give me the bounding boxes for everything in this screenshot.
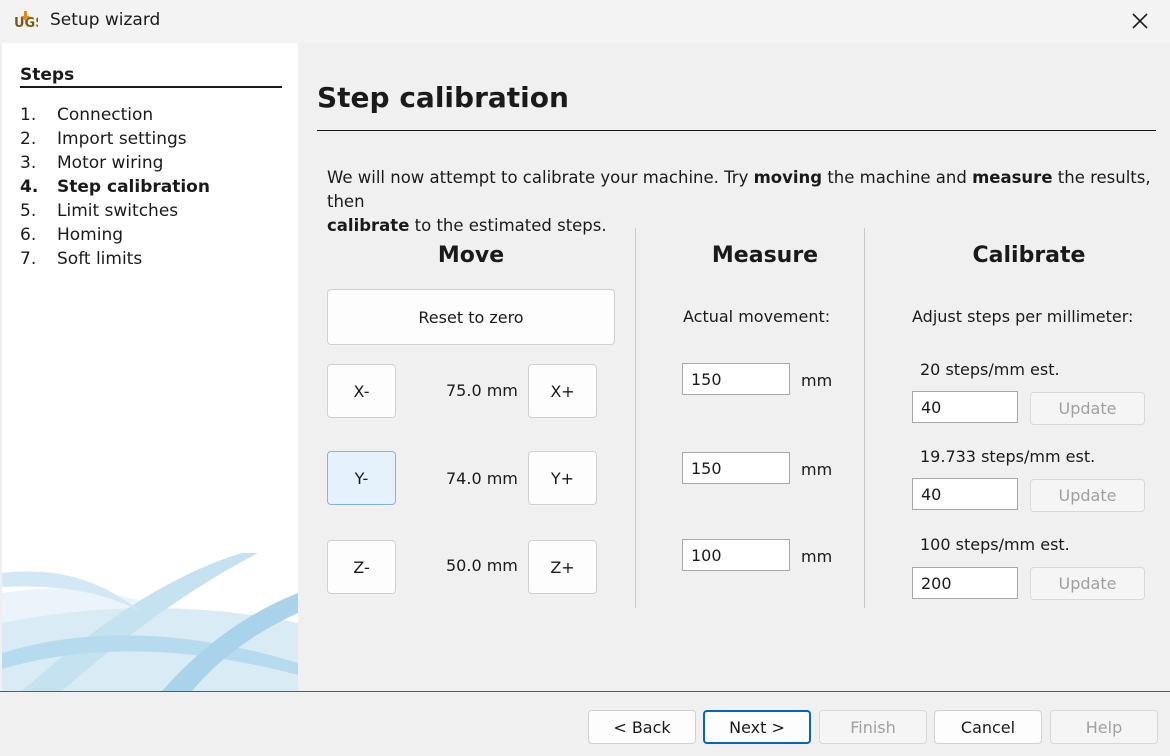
title-divider	[317, 130, 1156, 131]
step-label: Limit switches	[57, 201, 179, 221]
column-divider	[864, 228, 865, 608]
x-plus-button[interactable]: X+	[528, 364, 597, 418]
z-update-button[interactable]: Update	[1030, 567, 1145, 600]
y-minus-button[interactable]: Y-	[327, 451, 396, 505]
step-number: 5.	[20, 201, 37, 221]
step-label: Connection	[57, 105, 154, 125]
intro-segment: to the estimated steps.	[409, 216, 607, 235]
step-item-motor-wiring: 3. Motor wiring	[20, 153, 163, 173]
y-measured-unit: mm	[801, 460, 833, 479]
page-title: Step calibration	[317, 81, 569, 114]
z-measured-input[interactable]	[682, 539, 790, 571]
x-steps-estimate: 20 steps/mm est.	[920, 360, 1060, 379]
step-item-homing: 6. Homing	[20, 225, 123, 245]
intro-text: We will now attempt to calibrate your ma…	[327, 166, 1157, 238]
footer-divider	[0, 691, 1170, 692]
step-label: Homing	[57, 225, 124, 245]
z-measured-unit: mm	[801, 547, 833, 566]
step-item-import-settings: 2. Import settings	[20, 129, 187, 149]
title-bar: UGS Setup wizard	[0, 0, 1170, 43]
finish-button[interactable]: Finish	[819, 710, 927, 744]
step-item-step-calibration: 4. Step calibration	[20, 177, 210, 197]
intro-emphasis: measure	[972, 168, 1053, 187]
back-button[interactable]: < Back	[588, 710, 696, 744]
steps-divider	[20, 86, 282, 88]
close-icon	[1132, 13, 1148, 29]
y-update-button[interactable]: Update	[1030, 479, 1145, 512]
column-divider	[635, 228, 636, 608]
step-item-soft-limits: 7. Soft limits	[20, 249, 142, 269]
steps-heading: Steps	[20, 65, 75, 85]
step-number: 2.	[20, 129, 37, 149]
move-heading: Move	[437, 243, 505, 268]
reset-to-zero-button[interactable]: Reset to zero	[327, 289, 615, 345]
step-number: 3.	[20, 153, 37, 173]
z-steps-estimate: 100 steps/mm est.	[920, 535, 1070, 554]
step-label: Motor wiring	[57, 153, 164, 173]
x-update-button[interactable]: Update	[1030, 392, 1145, 425]
x-steps-input[interactable]	[912, 391, 1018, 423]
step-item-limit-switches: 5. Limit switches	[20, 201, 178, 221]
x-measured-unit: mm	[801, 371, 833, 390]
y-plus-button[interactable]: Y+	[528, 451, 597, 505]
calibrate-heading: Calibrate	[972, 243, 1086, 268]
intro-segment: We will now attempt to calibrate your ma…	[327, 168, 754, 187]
adjust-steps-label: Adjust steps per millimeter:	[912, 307, 1134, 326]
close-button[interactable]	[1124, 4, 1156, 38]
step-number: 4.	[20, 177, 39, 197]
x-position-value: 75.0 mm	[446, 381, 518, 400]
intro-emphasis: moving	[753, 168, 823, 187]
ugs-logo-icon: UGS	[14, 11, 38, 31]
step-item-connection: 1. Connection	[20, 105, 153, 125]
z-position-value: 50.0 mm	[446, 556, 518, 575]
help-button[interactable]: Help	[1050, 710, 1158, 744]
x-minus-button[interactable]: X-	[327, 364, 396, 418]
step-label: Import settings	[57, 129, 187, 149]
step-number: 1.	[20, 105, 37, 125]
y-position-value: 74.0 mm	[446, 469, 518, 488]
decorative-swoosh-graphic	[2, 553, 298, 691]
y-measured-input[interactable]	[682, 452, 790, 484]
step-label: Step calibration	[57, 177, 210, 197]
step-number: 6.	[20, 225, 37, 245]
actual-movement-label: Actual movement:	[683, 307, 831, 326]
measure-heading: Measure	[711, 243, 819, 268]
step-number: 7.	[20, 249, 37, 269]
window-title: Setup wizard	[50, 10, 161, 30]
cancel-button[interactable]: Cancel	[934, 710, 1042, 744]
z-steps-input[interactable]	[912, 567, 1018, 599]
y-steps-estimate: 19.733 steps/mm est.	[920, 447, 1096, 466]
next-button[interactable]: Next >	[703, 710, 811, 744]
step-label: Soft limits	[57, 249, 143, 269]
z-minus-button[interactable]: Z-	[327, 540, 396, 594]
intro-segment: the machine and	[822, 168, 973, 187]
z-plus-button[interactable]: Z+	[528, 540, 597, 594]
steps-panel: Steps 1. Connection 2. Import settings 3. M…	[2, 43, 298, 691]
x-measured-input[interactable]	[682, 363, 790, 395]
y-steps-input[interactable]	[912, 478, 1018, 510]
intro-emphasis: calibrate	[327, 216, 410, 235]
